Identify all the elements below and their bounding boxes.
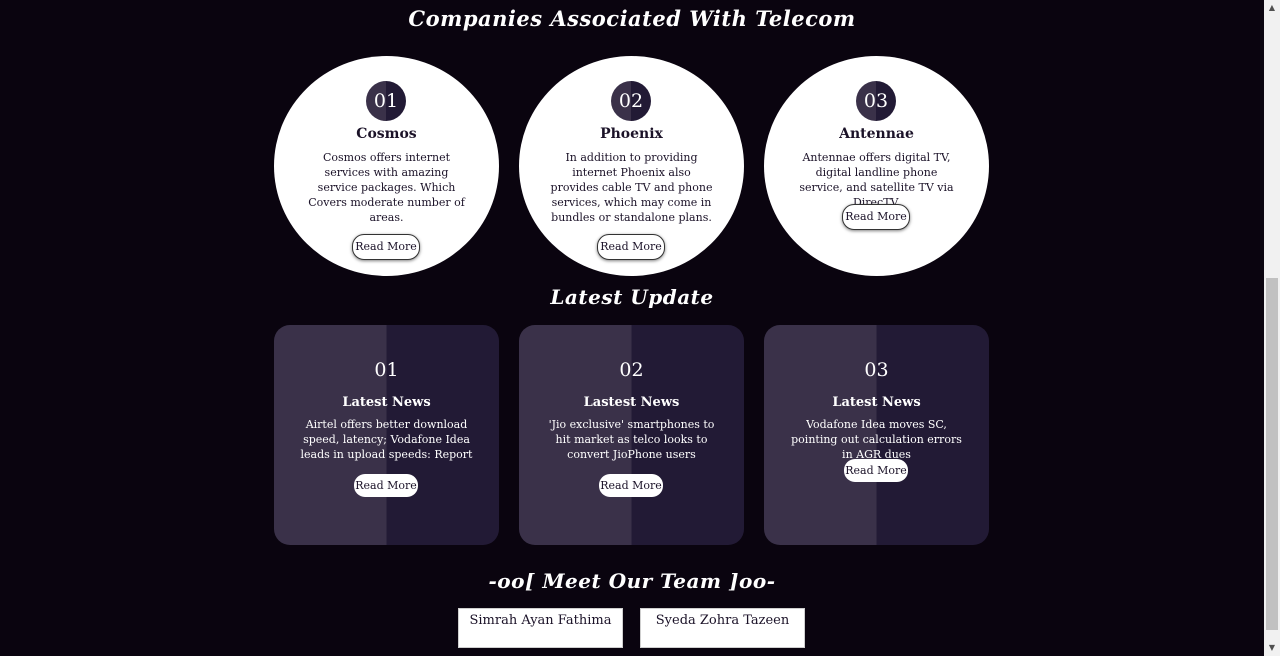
company-number-badge: 01 xyxy=(366,81,406,121)
news-card: 03 Latest News Vodafone Idea moves SC, p… xyxy=(764,325,989,545)
scroll-down-arrow-icon[interactable]: ▼ xyxy=(1264,640,1280,656)
company-name: Cosmos xyxy=(356,126,417,142)
team-member-name: Syeda Zohra Tazeen xyxy=(655,613,790,628)
read-more-button[interactable]: Read More xyxy=(842,204,910,230)
scrollbar-thumb[interactable] xyxy=(1266,278,1278,630)
news-number: 01 xyxy=(374,359,399,381)
news-card: 02 Lastest News 'Jio exclusive' smartpho… xyxy=(519,325,744,545)
page: Companies Associated With Telecom 01 Cos… xyxy=(0,0,1264,656)
news-title: Latest News xyxy=(832,395,921,410)
company-card-antennae: 03 Antennae Antennae offers digital TV, … xyxy=(764,56,989,276)
company-card-cosmos: 01 Cosmos Cosmos offers internet service… xyxy=(274,56,499,276)
team-member-card: Syeda Zohra Tazeen xyxy=(640,608,805,648)
news-description: Airtel offers better download speed, lat… xyxy=(300,418,473,461)
company-description: In addition to providing internet Phoeni… xyxy=(550,151,713,224)
team-member-name: Simrah Ayan Fathima xyxy=(469,613,612,628)
company-name: Antennae xyxy=(839,126,914,142)
news-title: Lastest News xyxy=(583,395,680,410)
company-number-badge: 03 xyxy=(856,81,896,121)
read-more-button[interactable]: Read More xyxy=(844,459,908,482)
company-number-badge: 02 xyxy=(611,81,651,121)
news-number: 03 xyxy=(864,359,889,381)
news-title: Latest News xyxy=(342,395,431,410)
read-more-button[interactable]: Read More xyxy=(597,234,665,260)
team-member-card: Simrah Ayan Fathima xyxy=(458,608,623,648)
company-card-phoenix: 02 Phoenix In addition to providing inte… xyxy=(519,56,744,276)
company-name: Phoenix xyxy=(600,126,663,142)
company-description: Cosmos offers internet services with ama… xyxy=(308,151,465,224)
news-card: 01 Latest News Airtel offers better down… xyxy=(274,325,499,545)
companies-section-title: Companies Associated With Telecom xyxy=(408,6,856,31)
company-description: Antennae offers digital TV, digital land… xyxy=(799,151,954,209)
news-description: Vodafone Idea moves SC, pointing out cal… xyxy=(791,418,962,461)
vertical-scrollbar[interactable]: ▲ ▼ xyxy=(1264,0,1280,656)
scroll-up-arrow-icon[interactable]: ▲ xyxy=(1264,0,1280,16)
news-description: 'Jio exclusive' smartphones to hit marke… xyxy=(548,418,715,461)
read-more-button[interactable]: Read More xyxy=(599,474,663,497)
read-more-button[interactable]: Read More xyxy=(354,474,418,497)
read-more-button[interactable]: Read More xyxy=(352,234,420,260)
team-section-title: -oo[ Meet Our Team ]oo- xyxy=(488,569,776,593)
updates-section-title: Latest Update xyxy=(550,285,714,309)
news-number: 02 xyxy=(619,359,644,381)
